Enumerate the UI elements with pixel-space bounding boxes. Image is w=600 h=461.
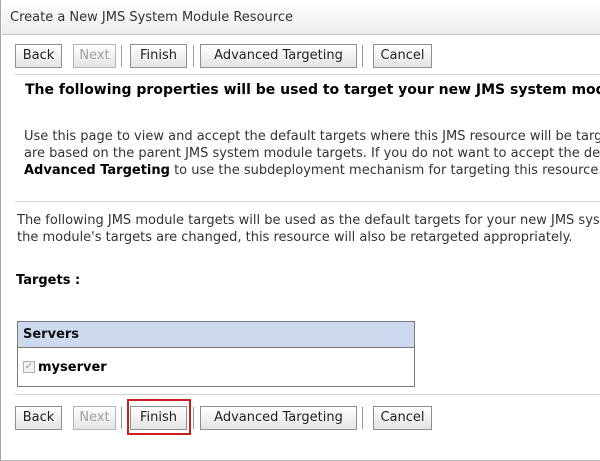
title-bar: Create a New JMS System Module Resource — [2, 0, 600, 35]
section-heading: The following properties will be used to… — [25, 82, 600, 98]
back-button[interactable]: Back — [15, 44, 62, 68]
back-button[interactable]: Back — [15, 406, 62, 430]
button-separator — [362, 407, 363, 429]
advanced-targeting-button[interactable]: Advanced Targeting — [200, 44, 357, 68]
finish-button[interactable]: Finish — [130, 406, 187, 430]
divider — [15, 201, 600, 202]
button-separator — [193, 407, 194, 429]
divider — [15, 394, 600, 395]
servers-table: Servers ✓ myserver — [17, 321, 415, 387]
finish-button[interactable]: Finish — [130, 44, 187, 68]
page-title: Create a New JMS System Module Resource — [10, 10, 293, 25]
button-separator — [362, 45, 363, 67]
intro-line-3: Advanced Targeting to use the subdeploym… — [24, 162, 600, 179]
button-separator — [121, 45, 122, 67]
cancel-button[interactable]: Cancel — [373, 44, 432, 68]
intro-line-2: are based on the parent JMS system modul… — [24, 146, 600, 161]
module-targets-text: The following JMS module targets will be… — [17, 212, 600, 246]
next-button[interactable]: Next — [73, 44, 116, 68]
servers-column-header: Servers — [23, 327, 80, 342]
servers-table-header: Servers — [18, 322, 414, 348]
intro-line-3-rest: to use the subdeployment mechanism for t… — [169, 163, 600, 178]
button-separator — [121, 407, 122, 429]
cancel-button[interactable]: Cancel — [373, 406, 432, 430]
next-button[interactable]: Next — [73, 406, 116, 430]
advanced-targeting-text: Advanced Targeting — [24, 163, 170, 178]
intro-line-1: Use this page to view and accept the def… — [24, 129, 600, 144]
divider — [15, 74, 600, 75]
checkmark-icon[interactable]: ✓ — [23, 361, 35, 373]
module-resource-panel: Create a New JMS System Module Resource … — [0, 0, 600, 461]
module-targets-line-2: the module's targets are changed, this r… — [17, 230, 573, 245]
module-targets-line-1: The following JMS module targets will be… — [17, 213, 600, 228]
page: Create a New JMS System Module Resource … — [0, 0, 600, 461]
intro-text: Use this page to view and accept the def… — [24, 128, 600, 179]
server-name: myserver — [38, 360, 107, 375]
button-separator — [193, 45, 194, 67]
advanced-targeting-button[interactable]: Advanced Targeting — [200, 406, 357, 430]
targets-label: Targets : — [16, 273, 81, 288]
